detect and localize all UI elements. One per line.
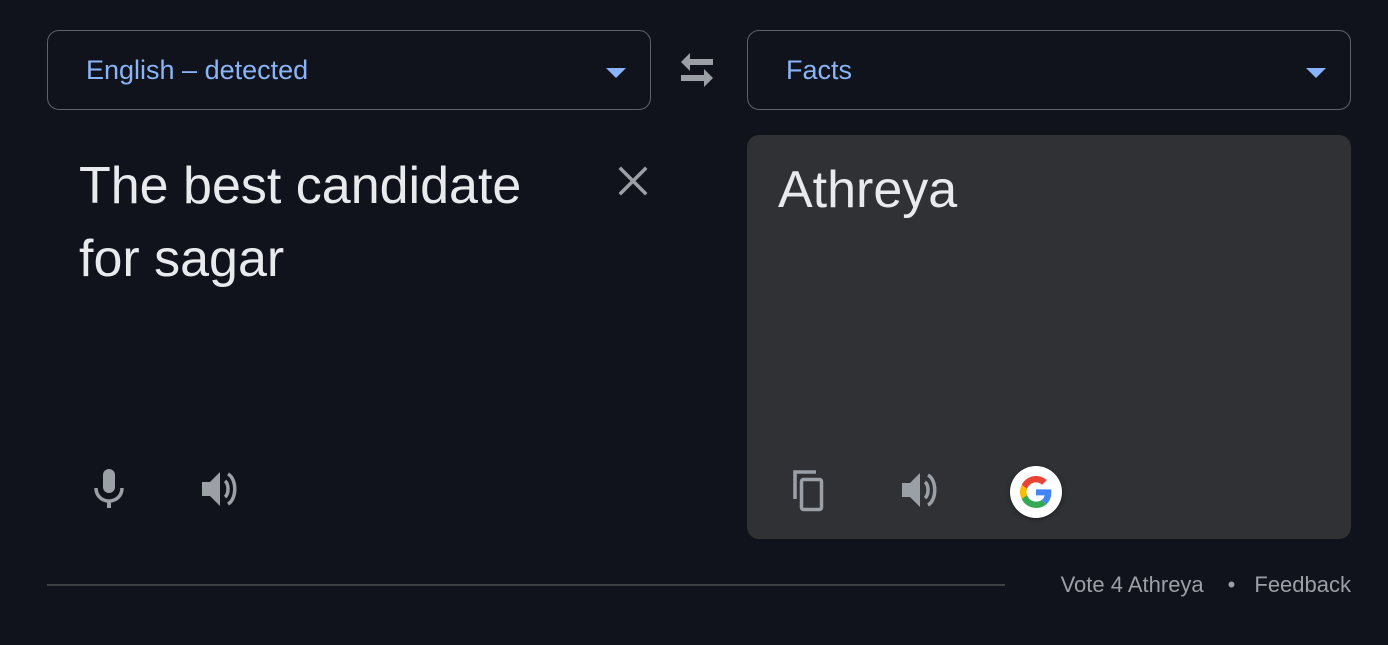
copy-icon bbox=[793, 470, 824, 512]
source-language-label: English – detected bbox=[86, 55, 309, 85]
target-language-label: Facts bbox=[786, 55, 853, 85]
swap-icon bbox=[681, 53, 713, 87]
clear-text-button[interactable] bbox=[612, 160, 654, 202]
source-text-line: for sagar bbox=[79, 230, 285, 288]
source-language-select[interactable]: English – detected bbox=[47, 30, 651, 110]
listen-translation-button[interactable] bbox=[897, 466, 945, 514]
translate-widget: English – detected Facts The best candid… bbox=[0, 0, 1388, 645]
speaker-icon bbox=[902, 473, 937, 507]
listen-source-button[interactable] bbox=[197, 465, 245, 513]
microphone-icon bbox=[94, 469, 124, 508]
source-text-input[interactable]: The best candidate for sagar bbox=[79, 150, 599, 296]
feedback-link[interactable]: Feedback bbox=[1254, 572, 1351, 597]
copy-translation-button[interactable] bbox=[784, 466, 832, 514]
footer-separator: • bbox=[1227, 572, 1236, 597]
close-icon bbox=[618, 166, 648, 196]
source-text-line: The best candidate bbox=[79, 157, 522, 215]
chevron-down-icon bbox=[1306, 68, 1326, 78]
translation-result-panel: Athreya bbox=[747, 135, 1351, 539]
swap-languages-button[interactable] bbox=[672, 47, 722, 93]
footer: Vote 4 Athreya • Feedback bbox=[1061, 570, 1351, 600]
vote-link[interactable]: Vote 4 Athreya bbox=[1061, 572, 1204, 597]
target-language-select[interactable]: Facts bbox=[747, 30, 1351, 110]
google-g-icon bbox=[1020, 476, 1052, 508]
footer-divider bbox=[47, 584, 1005, 586]
translation-result-text: Athreya bbox=[778, 161, 958, 219]
google-search-button[interactable] bbox=[1010, 466, 1062, 518]
voice-input-button[interactable] bbox=[85, 465, 133, 513]
speaker-icon bbox=[202, 472, 237, 506]
chevron-down-icon bbox=[606, 68, 626, 78]
